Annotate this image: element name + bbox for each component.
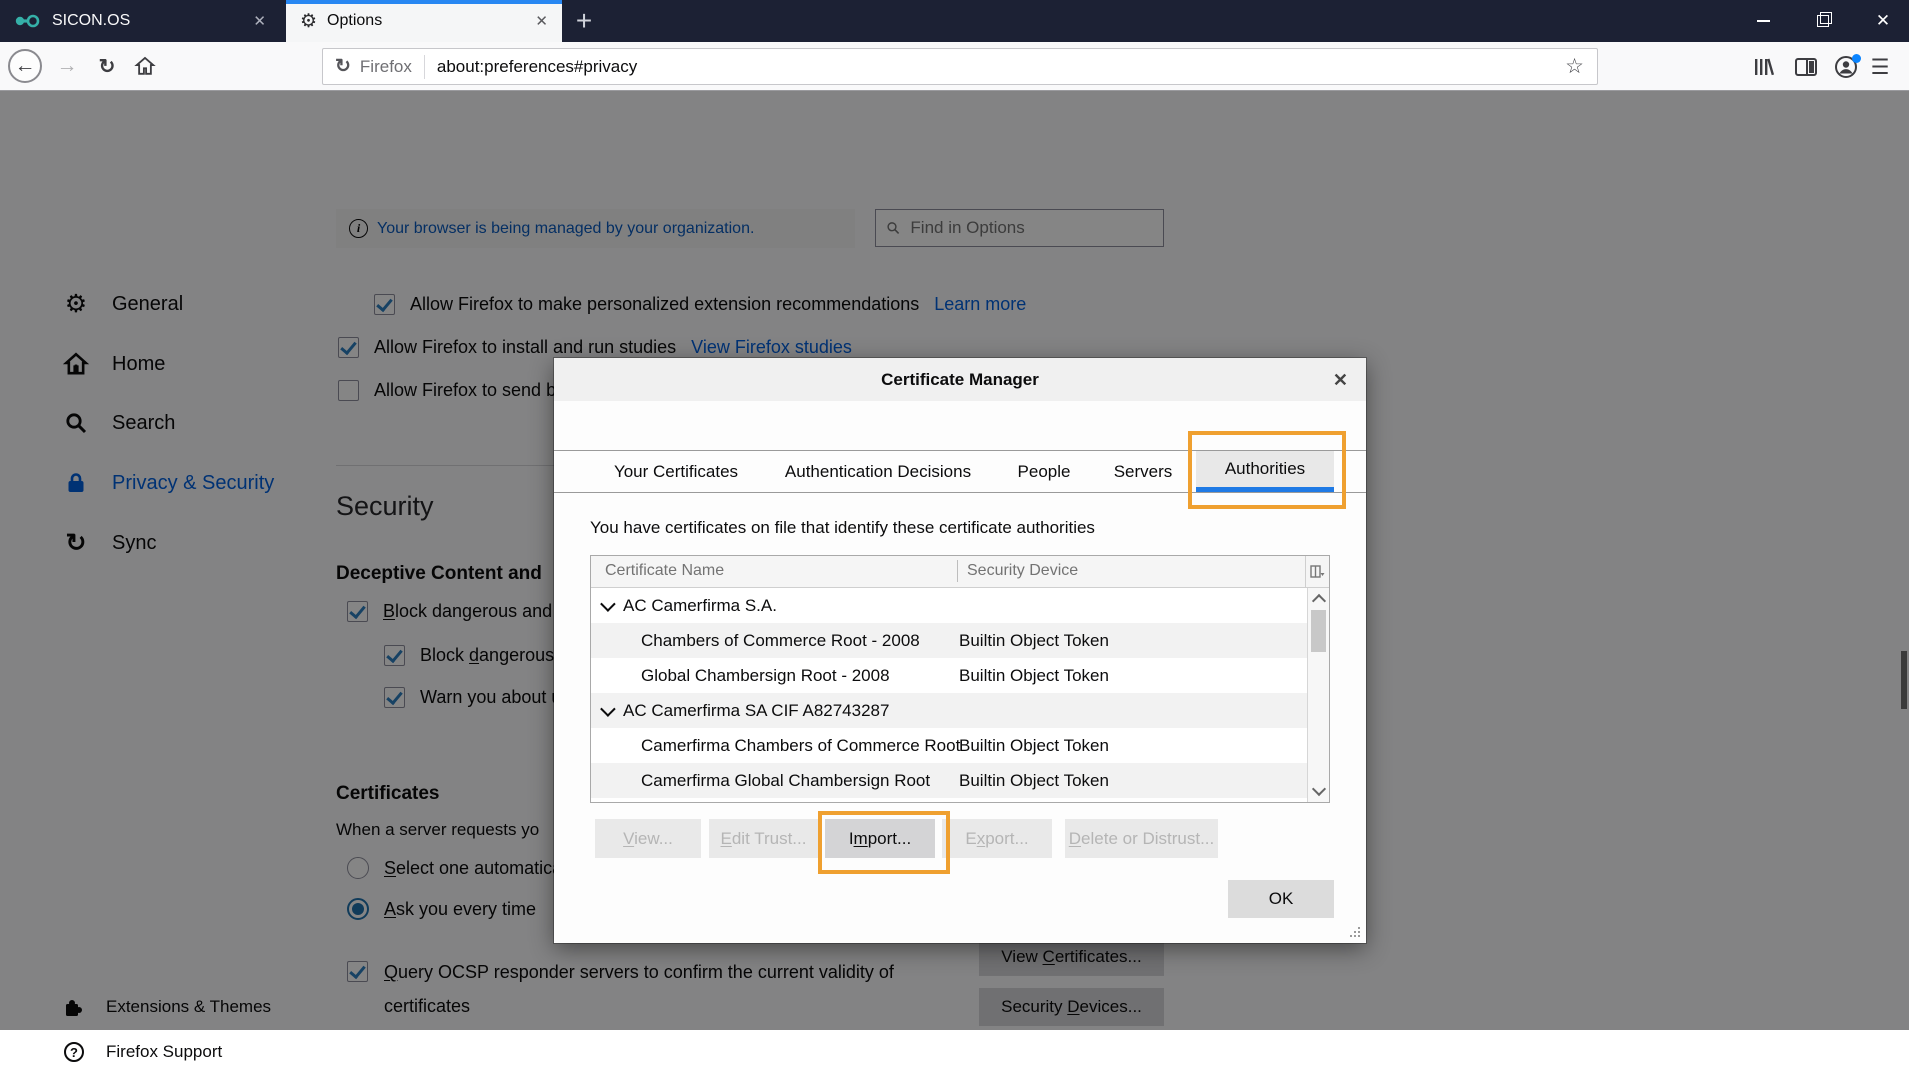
sidebar-panel-icon [1794,57,1818,77]
browser-toolbar: ← → ↻ ↻ Firefox about:preferences#privac… [0,42,1909,91]
resize-grip[interactable] [1348,925,1360,937]
import-button[interactable]: Import... [825,819,935,858]
view-button[interactable]: View... [595,819,701,858]
page-scrollbar-thumb[interactable] [1901,651,1907,709]
firefox-logo-icon: ↻ [335,57,351,76]
identity-label: Firefox [360,57,412,77]
minimize-icon [1757,20,1770,22]
back-button[interactable]: ← [8,49,42,83]
restore-icon [1817,15,1829,27]
dialog-close-icon[interactable]: ✕ [1333,370,1348,391]
home-icon [134,55,156,77]
ok-button[interactable]: OK [1228,880,1334,918]
new-tab-button[interactable]: + [566,5,602,37]
certificate-group-row[interactable]: AC Camerfirma SA CIF A82743287 [591,693,1307,728]
preferences-page: ⚙ General Home Search Privacy & Security… [0,91,1909,1030]
tab-title: SICON.OS [52,12,243,30]
certificate-group-row[interactable]: AC Camerfirma S.A. [591,588,1307,623]
edit-trust-button[interactable]: Edit Trust... [709,819,818,858]
identity-badge[interactable]: ↻ Firefox [323,57,424,77]
browser-tab-sicon[interactable]: SICON.OS ✕ [0,0,280,42]
tab-servers[interactable]: Servers [1088,451,1198,492]
tab-your-certificates[interactable]: Your Certificates [591,451,761,492]
tab-authentication-decisions[interactable]: Authentication Decisions [778,451,978,492]
sidebars-button[interactable] [1788,49,1824,85]
table-header: Certificate Name Security Device [591,556,1329,588]
browser-tab-options[interactable]: ⚙ Options ✕ [286,0,562,42]
menu-button[interactable]: ☰ [1862,49,1898,85]
certificate-row[interactable]: Camerfirma Global Chambersign Root Built… [591,763,1307,798]
scrollbar-thumb[interactable] [1311,610,1326,652]
help-icon: ? [62,1042,86,1062]
bookmark-star-icon[interactable]: ☆ [1565,54,1597,79]
sidebar-item-label: Firefox Support [106,1042,222,1062]
scroll-down-icon[interactable] [1312,782,1326,796]
home-button[interactable] [128,49,162,83]
table-body: AC Camerfirma S.A. Chambers of Commerce … [591,588,1307,802]
reload-button[interactable]: ↻ [90,49,124,83]
dialog-tabstrip: Your Certificates Authentication Decisio… [554,450,1366,493]
account-notification-dot [1852,54,1861,63]
certificate-row[interactable]: Chambers of Commerce Root - 2008 Builtin… [591,623,1307,658]
column-separator[interactable] [957,560,958,582]
tab-close-icon[interactable]: ✕ [253,12,266,30]
gear-icon: ⚙ [300,10,317,33]
library-icon [1752,56,1776,78]
column-security-device[interactable]: Security Device [967,562,1078,580]
dialog-description: You have certificates on file that ident… [590,518,1095,538]
window-restore-button[interactable] [1800,0,1846,42]
window-minimize-button[interactable] [1740,0,1786,42]
tab-people[interactable]: People [984,451,1104,492]
certificate-row[interactable]: Camerfirma Chambers of Commerce Root Bui… [591,728,1307,763]
certificate-manager-dialog: Certificate Manager ✕ Your Certificates … [554,358,1366,943]
column-picker-button[interactable] [1305,556,1329,587]
chevron-down-icon[interactable] [600,701,616,717]
dialog-titlebar: Certificate Manager ✕ [554,358,1366,401]
delete-or-distrust-button[interactable]: Delete or Distrust... [1065,819,1218,858]
sicon-logo-icon [14,13,42,29]
dialog-title: Certificate Manager [881,370,1039,390]
tab-close-icon[interactable]: ✕ [535,12,548,30]
export-button[interactable]: Export... [942,819,1052,858]
account-button[interactable] [1828,49,1864,85]
certificates-table: Certificate Name Security Device AC Came… [590,555,1330,803]
column-certificate-name[interactable]: Certificate Name [605,562,724,580]
chevron-down-icon[interactable] [600,596,616,612]
tab-authorities[interactable]: Authorities [1196,451,1334,492]
window-close-button[interactable]: ✕ [1860,0,1906,42]
tab-title: Options [327,12,525,30]
table-scrollbar[interactable] [1307,588,1329,802]
forward-button[interactable]: → [50,49,84,83]
certificate-row[interactable]: Global Chambersign Root - 2008 Builtin O… [591,658,1307,693]
url-bar[interactable]: ↻ Firefox about:preferences#privacy ☆ [322,48,1598,85]
column-picker-icon [1310,565,1325,578]
window-titlebar: SICON.OS ✕ ⚙ Options ✕ + ✕ [0,0,1909,42]
url-text[interactable]: about:preferences#privacy [425,57,649,77]
scroll-up-icon[interactable] [1312,594,1326,608]
sidebar-item-firefox-support[interactable]: ? Firefox Support [62,1038,222,1066]
library-button[interactable] [1746,49,1782,85]
